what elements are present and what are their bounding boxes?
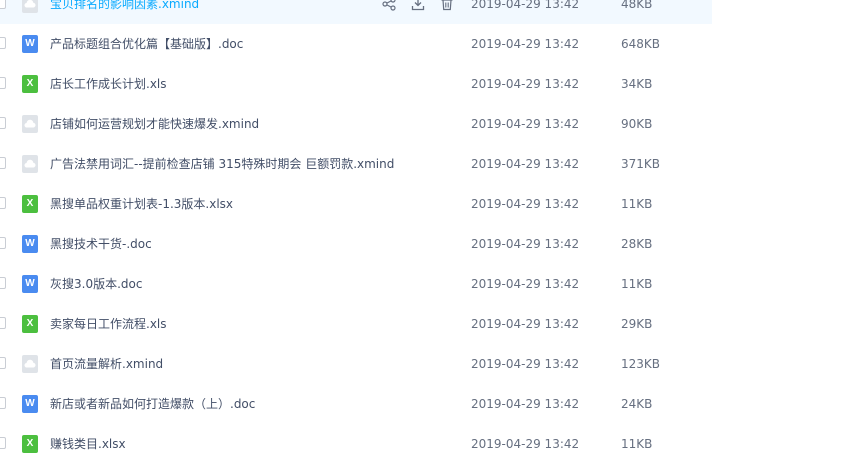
xmind-cloud-icon [22, 0, 38, 13]
file-size: 90KB [621, 117, 653, 131]
file-row[interactable]: X 卖家每日工作流程.xls 2019-04-29 13:42 29KB [0, 304, 845, 344]
row-checkbox[interactable] [0, 77, 6, 89]
excel-xls-icon: X [22, 315, 38, 333]
file-size: 648KB [621, 37, 661, 51]
file-name-link[interactable]: 店长工作成长计划.xls [50, 75, 167, 93]
file-name-link[interactable]: 店铺如何运营规划才能快速爆发.xmind [50, 115, 259, 133]
file-size: 24KB [621, 397, 653, 411]
file-date: 2019-04-29 13:42 [471, 357, 580, 371]
file-date: 2019-04-29 13:42 [471, 277, 580, 291]
file-name-link[interactable]: 灰搜3.0版本.doc [50, 275, 142, 293]
row-checkbox[interactable] [0, 37, 6, 49]
file-date: 2019-04-29 13:42 [471, 157, 580, 171]
excel-xls-icon: X [22, 75, 38, 93]
file-row[interactable]: 首页流量解析.xmind 2019-04-29 13:42 123KB [0, 344, 845, 384]
file-size: 11KB [621, 197, 653, 211]
row-checkbox[interactable] [0, 317, 6, 329]
file-name-link[interactable]: 卖家每日工作流程.xls [50, 315, 167, 333]
file-name-link[interactable]: 新店或者新品如何打造爆款（上）.doc [50, 395, 255, 413]
file-size: 371KB [621, 157, 661, 171]
trash-icon[interactable] [440, 0, 456, 13]
file-name-link[interactable]: 赚钱类目.xlsx [50, 435, 126, 453]
file-size: 11KB [621, 437, 653, 451]
file-date: 2019-04-29 13:42 [471, 237, 580, 251]
file-date: 2019-04-29 13:42 [471, 437, 580, 451]
file-date: 2019-04-29 13:42 [471, 197, 580, 211]
word-doc-icon: W [22, 235, 38, 253]
xmind-cloud-icon [22, 355, 38, 373]
file-name-link[interactable]: 黑搜单品权重计划表-1.3版本.xlsx [50, 195, 233, 213]
row-checkbox[interactable] [0, 117, 6, 129]
file-size: 48KB [621, 0, 653, 11]
file-date: 2019-04-29 13:42 [471, 0, 580, 11]
row-checkbox[interactable] [0, 157, 6, 169]
word-doc-icon: W [22, 35, 38, 53]
xmind-cloud-icon [22, 115, 38, 133]
file-row[interactable]: 店铺如何运营规划才能快速爆发.xmind 2019-04-29 13:42 90KB [0, 104, 845, 144]
file-date: 2019-04-29 13:42 [471, 77, 580, 91]
file-row[interactable]: X 黑搜单品权重计划表-1.3版本.xlsx 2019-04-29 13:42 11K… [0, 184, 845, 224]
file-name-link[interactable]: 黑搜技术干货-.doc [50, 235, 152, 253]
row-checkbox[interactable] [0, 197, 6, 209]
file-row[interactable]: 广告法禁用词汇--提前检查店铺 315特殊时期会 巨额罚款.xmind 2019-… [0, 144, 845, 184]
file-size: 28KB [621, 237, 653, 251]
file-name-link[interactable]: 广告法禁用词汇--提前检查店铺 315特殊时期会 巨额罚款.xmind [50, 155, 394, 173]
download-icon[interactable] [411, 0, 427, 13]
file-date: 2019-04-29 13:42 [471, 117, 580, 131]
file-date: 2019-04-29 13:42 [471, 317, 580, 331]
file-list: 宝贝排名的影响因素.xmind 2019-04-29 13:42 48KB W 产品标题… [0, 0, 845, 464]
row-checkbox[interactable] [0, 397, 6, 409]
row-checkbox[interactable] [0, 237, 6, 249]
file-row[interactable]: W 灰搜3.0版本.doc 2019-04-29 13:42 11KB [0, 264, 845, 304]
file-size: 29KB [621, 317, 653, 331]
row-checkbox[interactable] [0, 277, 6, 289]
excel-xls-icon: X [22, 435, 38, 453]
file-size: 123KB [621, 357, 661, 371]
file-name-link[interactable]: 产品标题组合优化篇【基础版】.doc [50, 35, 243, 53]
file-name-link[interactable]: 首页流量解析.xmind [50, 355, 163, 373]
file-row[interactable]: X 赚钱类目.xlsx 2019-04-29 13:42 11KB [0, 424, 845, 464]
file-row[interactable]: X 店长工作成长计划.xls 2019-04-29 13:42 34KB [0, 64, 845, 104]
word-doc-icon: W [22, 395, 38, 413]
row-checkbox[interactable] [0, 437, 6, 449]
file-row[interactable]: W 产品标题组合优化篇【基础版】.doc 2019-04-29 13:42 648KB [0, 24, 845, 64]
excel-xls-icon: X [22, 195, 38, 213]
file-name-link[interactable]: 宝贝排名的影响因素.xmind [50, 0, 199, 13]
row-checkbox[interactable] [0, 357, 6, 369]
file-date: 2019-04-29 13:42 [471, 37, 580, 51]
xmind-cloud-icon [22, 155, 38, 173]
file-size: 34KB [621, 77, 653, 91]
file-row[interactable]: W 新店或者新品如何打造爆款（上）.doc 2019-04-29 13:42 24KB [0, 384, 845, 424]
file-date: 2019-04-29 13:42 [471, 397, 580, 411]
share-icon[interactable] [382, 0, 398, 13]
word-doc-icon: W [22, 275, 38, 293]
file-row[interactable]: W 黑搜技术干货-.doc 2019-04-29 13:42 28KB [0, 224, 845, 264]
row-checkbox[interactable] [0, 0, 6, 9]
file-row[interactable]: 宝贝排名的影响因素.xmind 2019-04-29 13:42 48KB [0, 0, 712, 24]
file-size: 11KB [621, 277, 653, 291]
